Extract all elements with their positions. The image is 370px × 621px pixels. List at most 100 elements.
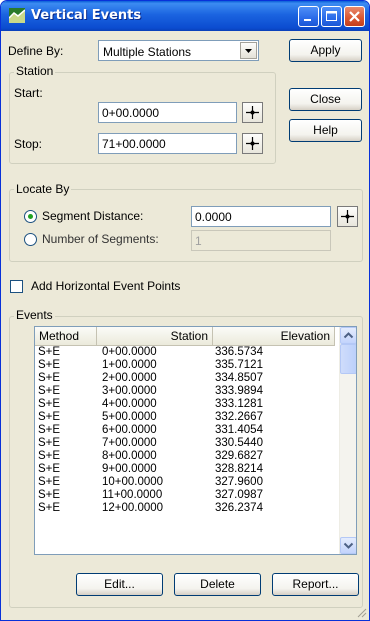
stop-station-input[interactable]: 71+00.0000 bbox=[98, 133, 237, 154]
table-row[interactable]: S+E 3+00.0000 333.9894 bbox=[35, 385, 335, 398]
cell-station: 9+00.0000 bbox=[102, 463, 157, 475]
cell-elevation: 335.7121 bbox=[215, 359, 263, 371]
cell-method: S+E bbox=[38, 372, 61, 384]
events-group-label: Events bbox=[14, 308, 55, 322]
table-row[interactable]: S+E 12+00.0000 326.2374 bbox=[35, 502, 335, 515]
start-station-input[interactable]: 0+00.0000 bbox=[98, 102, 237, 123]
maximize-button[interactable] bbox=[321, 6, 342, 27]
stop-label: Stop: bbox=[14, 137, 43, 151]
cell-method: S+E bbox=[38, 450, 61, 462]
events-list[interactable]: Method Station Elevation S+E 0+00.0000 336… bbox=[34, 326, 357, 555]
table-row[interactable]: S+E 6+00.0000 331.4054 bbox=[35, 424, 335, 437]
crosshair-pick-icon bbox=[341, 210, 354, 223]
events-list-rows: S+E 0+00.0000 336.5734 S+E 1+00.0000 335.7121… bbox=[35, 346, 335, 515]
table-row[interactable]: S+E 0+00.0000 336.5734 bbox=[35, 346, 335, 359]
define-by-value: Multiple Stations bbox=[103, 45, 192, 59]
segment-distance-radio[interactable] bbox=[24, 210, 37, 223]
minimize-icon bbox=[304, 19, 311, 21]
cell-station: 6+00.0000 bbox=[102, 424, 157, 436]
segment-distance-pick-button[interactable] bbox=[337, 206, 358, 227]
cell-station: 8+00.0000 bbox=[102, 450, 157, 462]
chevron-down-icon[interactable] bbox=[240, 42, 257, 59]
scroll-up-button[interactable] bbox=[340, 327, 356, 344]
scroll-down-button[interactable] bbox=[340, 537, 356, 554]
scroll-thumb[interactable] bbox=[340, 344, 356, 374]
number-of-segments-input[interactable]: 1 bbox=[191, 230, 331, 251]
events-scrollbar[interactable] bbox=[339, 327, 356, 554]
cell-station: 5+00.0000 bbox=[102, 411, 157, 423]
column-header-method[interactable]: Method bbox=[35, 327, 97, 346]
cell-elevation: 326.2374 bbox=[215, 502, 263, 514]
cell-elevation: 328.8214 bbox=[215, 463, 263, 475]
segment-distance-input[interactable]: 0.0000 bbox=[191, 206, 331, 227]
cell-method: S+E bbox=[38, 398, 61, 410]
cell-method: S+E bbox=[38, 476, 61, 488]
crosshair-pick-icon bbox=[246, 106, 259, 119]
add-horizontal-event-points-checkbox[interactable] bbox=[10, 280, 23, 293]
cell-method: S+E bbox=[38, 359, 61, 371]
edit-button[interactable]: Edit... bbox=[76, 573, 163, 596]
cell-method: S+E bbox=[38, 502, 61, 514]
close-icon bbox=[349, 11, 360, 22]
cell-method: S+E bbox=[38, 411, 61, 423]
number-of-segments-radio[interactable] bbox=[24, 233, 37, 246]
cell-elevation: 333.9894 bbox=[215, 385, 263, 397]
delete-button[interactable]: Delete bbox=[174, 573, 261, 596]
help-button[interactable]: Help bbox=[289, 119, 362, 142]
cell-method: S+E bbox=[38, 463, 61, 475]
cell-station: 1+00.0000 bbox=[102, 359, 157, 371]
cell-method: S+E bbox=[38, 489, 61, 501]
events-list-header: Method Station Elevation bbox=[35, 327, 335, 346]
scroll-down-icon bbox=[343, 542, 354, 549]
segment-distance-label: Segment Distance: bbox=[42, 209, 144, 223]
close-window-button[interactable] bbox=[344, 6, 365, 27]
define-by-label: Define By: bbox=[8, 44, 64, 58]
cell-elevation: 329.6827 bbox=[215, 450, 263, 462]
table-row[interactable]: S+E 2+00.0000 334.8507 bbox=[35, 372, 335, 385]
cell-method: S+E bbox=[38, 437, 61, 449]
define-by-select[interactable]: Multiple Stations bbox=[98, 40, 259, 61]
cell-elevation: 332.2667 bbox=[215, 411, 263, 423]
cell-station: 4+00.0000 bbox=[102, 398, 157, 410]
table-row[interactable]: S+E 11+00.0000 327.0987 bbox=[35, 489, 335, 502]
cell-elevation: 327.9600 bbox=[215, 476, 263, 488]
cell-elevation: 334.8507 bbox=[215, 372, 263, 384]
cell-elevation: 327.0987 bbox=[215, 489, 263, 501]
report-button[interactable]: Report... bbox=[272, 573, 359, 596]
apply-button[interactable]: Apply bbox=[289, 39, 362, 62]
table-row[interactable]: S+E 5+00.0000 332.2667 bbox=[35, 411, 335, 424]
minimize-button[interactable] bbox=[298, 6, 319, 27]
column-header-station[interactable]: Station bbox=[97, 327, 213, 346]
stop-pick-button[interactable] bbox=[242, 133, 263, 154]
table-row[interactable]: S+E 8+00.0000 329.6827 bbox=[35, 450, 335, 463]
cell-station: 11+00.0000 bbox=[102, 489, 163, 501]
cell-elevation: 333.1281 bbox=[215, 398, 263, 410]
title-bar[interactable]: Vertical Events bbox=[1, 1, 369, 31]
cell-method: S+E bbox=[38, 346, 61, 358]
table-row[interactable]: S+E 10+00.0000 327.9600 bbox=[35, 476, 335, 489]
window-title: Vertical Events bbox=[31, 8, 142, 23]
cell-method: S+E bbox=[38, 385, 61, 397]
resize-grip-icon[interactable] bbox=[355, 606, 367, 618]
crosshair-pick-icon bbox=[246, 137, 259, 150]
cell-elevation: 336.5734 bbox=[215, 346, 263, 358]
table-row[interactable]: S+E 7+00.0000 330.5440 bbox=[35, 437, 335, 450]
table-row[interactable]: S+E 4+00.0000 333.1281 bbox=[35, 398, 335, 411]
table-row[interactable]: S+E 1+00.0000 335.7121 bbox=[35, 359, 335, 372]
column-header-elevation[interactable]: Elevation bbox=[213, 327, 335, 346]
cell-station: 7+00.0000 bbox=[102, 437, 157, 449]
table-row[interactable]: S+E 9+00.0000 328.8214 bbox=[35, 463, 335, 476]
cell-method: S+E bbox=[38, 424, 61, 436]
cell-station: 0+00.0000 bbox=[102, 346, 157, 358]
start-pick-button[interactable] bbox=[242, 102, 263, 123]
cell-elevation: 330.5440 bbox=[215, 437, 263, 449]
cell-station: 12+00.0000 bbox=[102, 502, 164, 514]
locate-by-group-label: Locate By bbox=[14, 182, 72, 196]
vertical-events-dialog: Vertical Events Define By: Multiple Stat… bbox=[0, 0, 370, 621]
road-profile-icon bbox=[8, 8, 26, 23]
close-button[interactable]: Close bbox=[289, 88, 362, 111]
scroll-up-icon bbox=[343, 332, 354, 339]
maximize-icon bbox=[326, 11, 337, 21]
number-of-segments-label: Number of Segments: bbox=[42, 232, 159, 246]
station-group-label: Station bbox=[14, 64, 56, 78]
